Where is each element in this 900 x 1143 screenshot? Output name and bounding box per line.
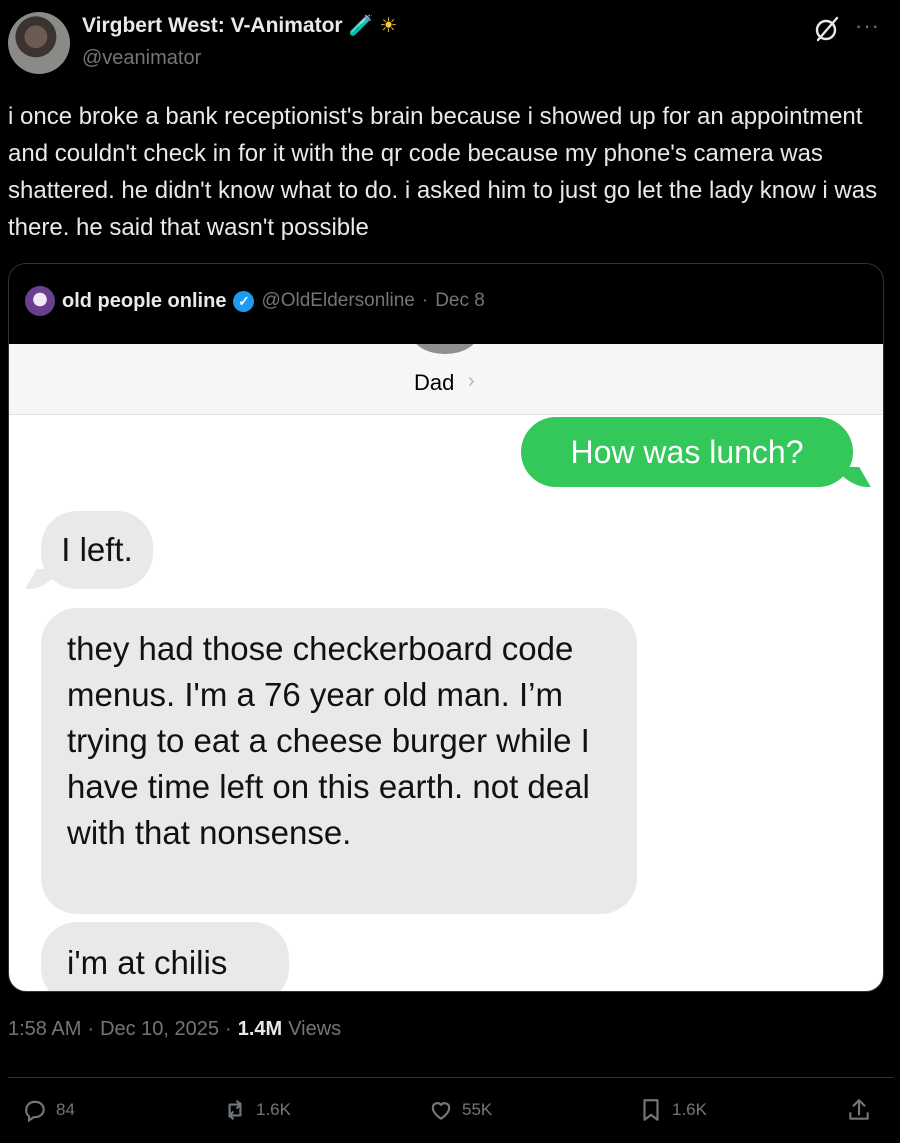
chevron-right-icon: ›	[468, 370, 475, 392]
author-display-name[interactable]: Virgbert West: V-Animator	[82, 14, 343, 38]
reply-count: 84	[56, 1100, 75, 1119]
quoted-name[interactable]: old people online	[62, 290, 226, 313]
tweet-time[interactable]: 1:58 AM	[8, 1018, 81, 1041]
quoted-image[interactable]: Dad › How was lunch? I left. they had th…	[9, 344, 883, 991]
heart-icon	[431, 1102, 451, 1120]
tweet-date[interactable]: Dec 10, 2025	[100, 1018, 219, 1041]
views-label: Views	[288, 1018, 342, 1040]
like-button[interactable]: 55K	[428, 1097, 492, 1123]
verified-badge-icon: ✓	[233, 290, 255, 312]
test-tube-emoji: 🧪	[348, 15, 374, 37]
reply-icon	[25, 1100, 45, 1123]
repost-count: 1.6K	[256, 1100, 291, 1119]
repost-button[interactable]: 1.6K	[222, 1097, 291, 1123]
quoted-date: Dec 8	[435, 290, 485, 311]
divider	[8, 1077, 893, 1078]
quoted-avatar[interactable]	[25, 286, 55, 316]
meta-separator: ·	[225, 1018, 232, 1040]
quoted-handle: @OldEldersonline	[261, 290, 415, 311]
views-count: 1.4M	[237, 1018, 283, 1040]
meta-separator: ·	[87, 1018, 95, 1040]
author-avatar[interactable]	[8, 12, 70, 74]
sent-message: How was lunch?	[521, 417, 853, 487]
reply-button[interactable]: 84	[22, 1097, 75, 1123]
contact-name: Dad	[414, 370, 455, 395]
quoted-separator: ·	[421, 290, 429, 311]
quoted-tweet-header: old people online ✓ @OldEldersonline · D…	[25, 286, 485, 316]
tweet-meta: 1:58 AM · Dec 10, 2025 · 1.4M Views	[8, 1018, 341, 1041]
share-icon	[849, 1099, 869, 1120]
imessage-header: Dad ›	[9, 344, 883, 415]
bookmark-button[interactable]: 1.6K	[638, 1097, 707, 1123]
bookmark-icon	[643, 1099, 659, 1121]
author-handle[interactable]: @veanimator	[82, 47, 201, 70]
grok-icon[interactable]	[812, 14, 842, 44]
sun-emoji: ☀	[379, 15, 398, 37]
received-message: i'm at chilis	[41, 922, 289, 991]
tweet-text: i once broke a bank receptionist's brain…	[8, 103, 878, 241]
share-button[interactable]	[846, 1097, 872, 1123]
received-message: they had those checkerboard code menus. …	[41, 608, 637, 914]
author-name-row: Virgbert West: V-Animator 🧪 ☀	[82, 14, 397, 38]
contact-avatar	[412, 344, 478, 354]
quoted-tweet[interactable]: old people online ✓ @OldEldersonline · D…	[8, 263, 884, 992]
repost-icon	[228, 1100, 242, 1120]
more-icon[interactable]: ···	[855, 13, 880, 39]
bookmark-count: 1.6K	[672, 1100, 707, 1119]
received-message: I left.	[41, 511, 153, 589]
like-count: 55K	[462, 1100, 493, 1119]
